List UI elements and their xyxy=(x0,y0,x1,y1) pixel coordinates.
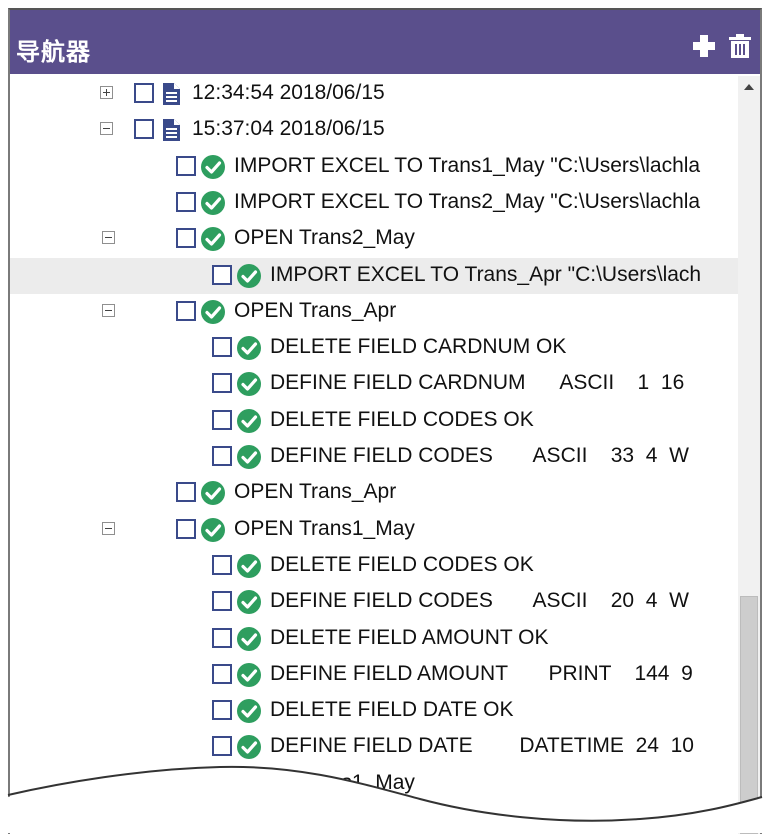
tree-row[interactable]: 15:37:04 2018/06/15 xyxy=(10,112,740,148)
row-label: OPEN Trans2_May xyxy=(234,226,415,250)
document-icon xyxy=(158,81,184,107)
tree-row[interactable]: IMPORT EXCEL TO Trans2_May "C:\Users\lac… xyxy=(10,185,740,221)
row-checkbox[interactable] xyxy=(134,83,154,103)
tree-row[interactable]: OPEN Trans_Apr xyxy=(10,475,740,511)
row-checkbox[interactable] xyxy=(176,155,196,176)
row-checkbox[interactable] xyxy=(176,518,196,539)
panel-title: 导航器 xyxy=(16,39,91,66)
tree-row[interactable]: DEFINE FIELD CODES ASCII 20 4 W xyxy=(10,584,740,620)
vertical-scrollbar[interactable] xyxy=(738,76,760,834)
row-checkbox[interactable] xyxy=(212,591,232,612)
row-checkbox[interactable] xyxy=(212,627,232,648)
chevron-up-icon xyxy=(744,84,754,90)
success-check-icon xyxy=(236,698,262,724)
row-label: DEFINE FIELD CARDNUM ASCII 1 16 xyxy=(270,371,685,395)
success-check-icon xyxy=(200,154,226,180)
row-checkbox[interactable] xyxy=(212,554,232,575)
tree-row[interactable]: DELETE FIELD DATE OK xyxy=(10,693,740,729)
tree-row[interactable]: 12:34:54 2018/06/15 xyxy=(10,76,740,112)
row-checkbox[interactable] xyxy=(212,736,232,757)
row-label: DEFINE FIELD CODES ASCII 20 4 W xyxy=(270,589,689,613)
tree-row[interactable]: DELETE FIELD CARDNUM OK xyxy=(10,330,740,366)
tree-row[interactable]: DELETE FIELD AMOUNT OK xyxy=(10,621,740,657)
tree-row[interactable]: IMPORT EXCEL TO Trans_Apr "C:\Users\lach xyxy=(10,257,740,294)
tree-row[interactable]: DEFINE FIELD CARDNUM ASCII 1 16 xyxy=(10,366,740,402)
row-label: 15:37:04 2018/06/15 xyxy=(192,117,385,141)
document-icon xyxy=(158,117,184,143)
navigator-tree: 12:34:54 2018/06/15 15:37:04 2018/06/15 IM… xyxy=(10,76,740,834)
success-check-icon xyxy=(236,662,262,688)
expand-toggle[interactable] xyxy=(100,86,113,99)
success-check-icon xyxy=(200,480,226,506)
success-check-icon xyxy=(236,626,262,652)
scroll-up-arrow[interactable] xyxy=(738,76,760,98)
success-check-icon xyxy=(200,226,226,252)
success-check-icon xyxy=(200,517,226,543)
tree-row[interactable]: IMPORT EXCEL TO Trans1_May "C:\Users\lac… xyxy=(10,149,740,185)
row-checkbox[interactable] xyxy=(176,191,196,212)
row-label: IMPORT EXCEL TO Trans1_May "C:\Users\lac… xyxy=(234,153,701,177)
row-checkbox[interactable] xyxy=(176,228,196,249)
row-label: DELETE FIELD CODES OK xyxy=(270,407,534,431)
success-check-icon xyxy=(236,589,262,615)
row-checkbox[interactable] xyxy=(134,119,154,140)
row-label: DEFINE FIELD AMOUNT PRINT 144 9 xyxy=(270,661,693,685)
row-checkbox[interactable] xyxy=(212,264,232,285)
tree-row[interactable]: OPEN Trans_Apr xyxy=(10,294,740,330)
navigator-header: 导航器 xyxy=(10,10,760,74)
row-label: OPEN Trans_Apr xyxy=(234,480,397,504)
success-check-icon xyxy=(236,444,262,470)
tree-row[interactable]: DEFINE FIELD AMOUNT PRINT 144 9 xyxy=(10,657,740,693)
collapse-toggle[interactable] xyxy=(102,303,115,317)
row-checkbox[interactable] xyxy=(212,663,232,684)
row-checkbox[interactable] xyxy=(212,337,232,358)
row-label: OPEN Trans1_May xyxy=(234,516,415,540)
navigator-panel: 导航器 12:34:54 2018/06/15 15:37:04 2018/06/… xyxy=(8,8,762,834)
tree-row[interactable]: DELETE FIELD CODES OK xyxy=(10,403,740,439)
row-checkbox[interactable] xyxy=(212,409,232,430)
collapse-toggle[interactable] xyxy=(100,122,113,136)
collapse-toggle[interactable] xyxy=(102,521,115,535)
row-label: DELETE FIELD CODES OK xyxy=(270,552,534,576)
success-check-icon xyxy=(236,553,262,579)
row-checkbox[interactable] xyxy=(176,482,196,503)
add-button[interactable] xyxy=(690,32,718,60)
tree-row[interactable]: DELETE FIELD CODES OK xyxy=(10,548,740,584)
row-label: OPEN Trans_Apr xyxy=(234,298,397,322)
success-check-icon xyxy=(236,263,262,289)
success-check-icon xyxy=(200,190,226,216)
row-checkbox[interactable] xyxy=(176,300,196,321)
success-check-icon xyxy=(236,335,262,361)
torn-edge xyxy=(0,765,770,833)
row-label: DELETE FIELD DATE OK xyxy=(270,698,514,722)
row-label: IMPORT EXCEL TO Trans_Apr "C:\Users\lach xyxy=(270,262,702,286)
success-check-icon xyxy=(200,299,226,325)
delete-button[interactable] xyxy=(726,32,754,60)
success-check-icon xyxy=(236,371,262,397)
plus-icon xyxy=(693,35,715,57)
row-checkbox[interactable] xyxy=(212,700,232,721)
row-checkbox[interactable] xyxy=(212,446,232,466)
collapse-toggle[interactable] xyxy=(102,231,115,245)
tree-row[interactable]: DEFINE FIELD CODES ASCII 33 4 W xyxy=(10,439,740,475)
row-label: 12:34:54 2018/06/15 xyxy=(192,81,385,104)
success-check-icon xyxy=(236,408,262,434)
trash-icon xyxy=(729,34,751,58)
row-label: DELETE FIELD CARDNUM OK xyxy=(270,335,567,359)
row-label: DELETE FIELD AMOUNT OK xyxy=(270,625,549,649)
tree-row[interactable]: OPEN Trans2_May xyxy=(10,221,740,257)
row-checkbox[interactable] xyxy=(212,373,232,394)
row-label: IMPORT EXCEL TO Trans2_May "C:\Users\lac… xyxy=(234,189,701,213)
row-label: DEFINE FIELD CODES ASCII 33 4 W xyxy=(270,444,689,467)
tree-row[interactable]: OPEN Trans1_May xyxy=(10,512,740,548)
